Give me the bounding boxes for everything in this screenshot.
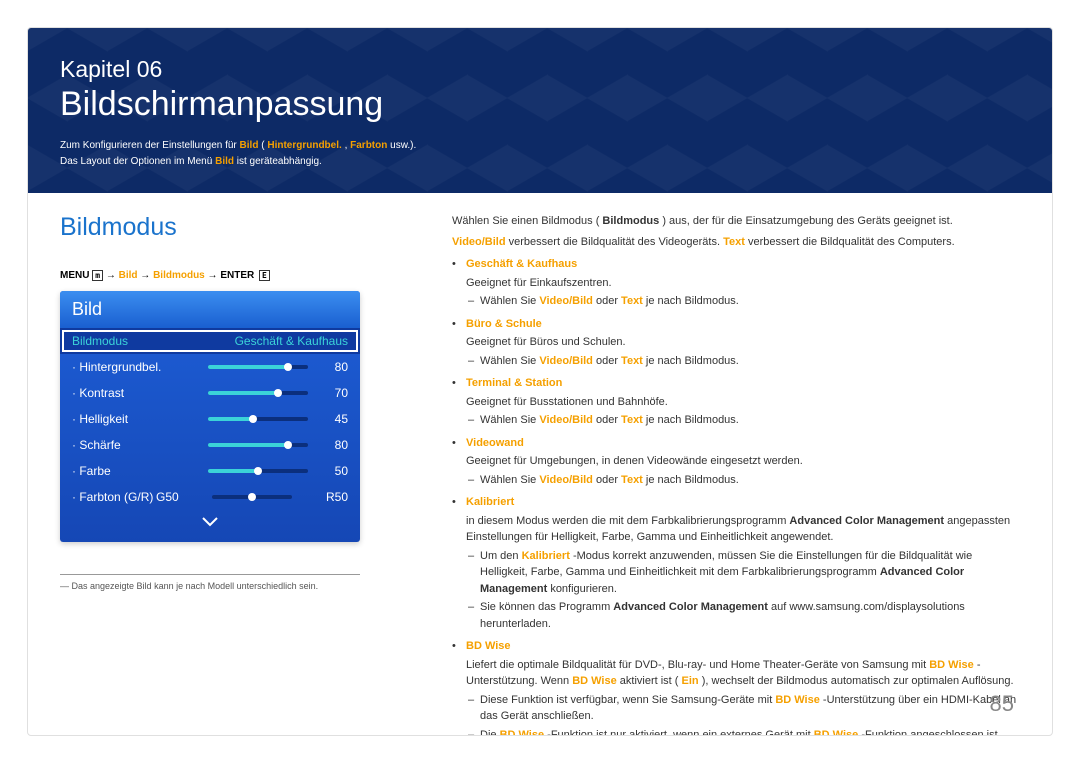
mode-item: Geschäft & KaufhausGeeignet für Einkaufs…	[452, 256, 1020, 310]
chapter-intro: Zum Konfigurieren der Einstellungen für …	[60, 138, 1020, 170]
slider-track[interactable]	[208, 417, 308, 421]
slider-row[interactable]: Hintergrundbel. 80	[60, 354, 360, 380]
slider-label: Kontrast	[72, 386, 208, 400]
enter-icon: E	[259, 270, 270, 281]
slider-value: 50	[318, 464, 348, 478]
slider-value: 45	[318, 412, 348, 426]
slider-label: Farbe	[72, 464, 208, 478]
slider-track[interactable]	[208, 469, 308, 473]
slider-track[interactable]	[208, 365, 308, 369]
section-title: Bildmodus	[60, 213, 420, 242]
slider-track[interactable]	[208, 443, 308, 447]
slider-label: Helligkeit	[72, 412, 208, 426]
page-number: 85	[990, 691, 1014, 717]
mode-item: Terminal & StationGeeignet für Busstatio…	[452, 375, 1020, 429]
slider-value: 80	[318, 360, 348, 374]
mode-item: Büro & SchuleGeeignet für Büros und Schu…	[452, 316, 1020, 370]
menu-btn-icon: m	[92, 270, 103, 281]
chapter-title: Bildschirmanpassung	[60, 85, 1020, 124]
intro-paragraph-1: Wählen Sie einen Bildmodus ( Bildmodus )…	[452, 213, 1020, 230]
mode-kalibriert: Kalibriert in diesem Modus werden die mi…	[452, 494, 1020, 632]
slider-row[interactable]: Schärfe 80	[60, 432, 360, 458]
chevron-down-icon[interactable]	[60, 510, 360, 534]
mode-bdwise: BD Wise Liefert die optimale Bildqualitä…	[452, 638, 1020, 736]
slider-row[interactable]: Farbe 50	[60, 458, 360, 484]
intro-paragraph-2: Video/Bild verbessert die Bildqualität d…	[452, 234, 1020, 251]
slider-value: 70	[318, 386, 348, 400]
bildmodus-row[interactable]: Bildmodus Geschäft & Kaufhaus	[60, 328, 360, 354]
chapter-kicker: Kapitel 06	[60, 56, 1020, 83]
bildmodus-value: Geschäft & Kaufhaus	[218, 334, 348, 348]
farbton-slider[interactable]	[212, 495, 292, 499]
slider-value: 80	[318, 438, 348, 452]
slider-label: Schärfe	[72, 438, 208, 452]
slider-track[interactable]	[208, 391, 308, 395]
chapter-header: Kapitel 06 Bildschirmanpassung Zum Konfi…	[28, 28, 1052, 193]
description-column: Wählen Sie einen Bildmodus ( Bildmodus )…	[420, 213, 1020, 736]
panel-title: Bild	[60, 291, 360, 328]
footnote-separator	[60, 574, 360, 575]
footnote: Das angezeigte Bild kann je nach Modell …	[60, 581, 420, 591]
farbton-row[interactable]: Farbton (G/R) G50 R50	[60, 484, 360, 510]
bild-settings-panel: Bild Bildmodus Geschäft & Kaufhaus Hinte…	[60, 291, 360, 542]
bildmodus-label: Bildmodus	[72, 334, 218, 348]
mode-item: VideowandGeeignet für Umgebungen, in den…	[452, 435, 1020, 489]
slider-label: Hintergrundbel.	[72, 360, 208, 374]
slider-row[interactable]: Kontrast 70	[60, 380, 360, 406]
slider-row[interactable]: Helligkeit 45	[60, 406, 360, 432]
menu-path: MENU m → Bild → Bildmodus → ENTER E	[60, 270, 420, 281]
